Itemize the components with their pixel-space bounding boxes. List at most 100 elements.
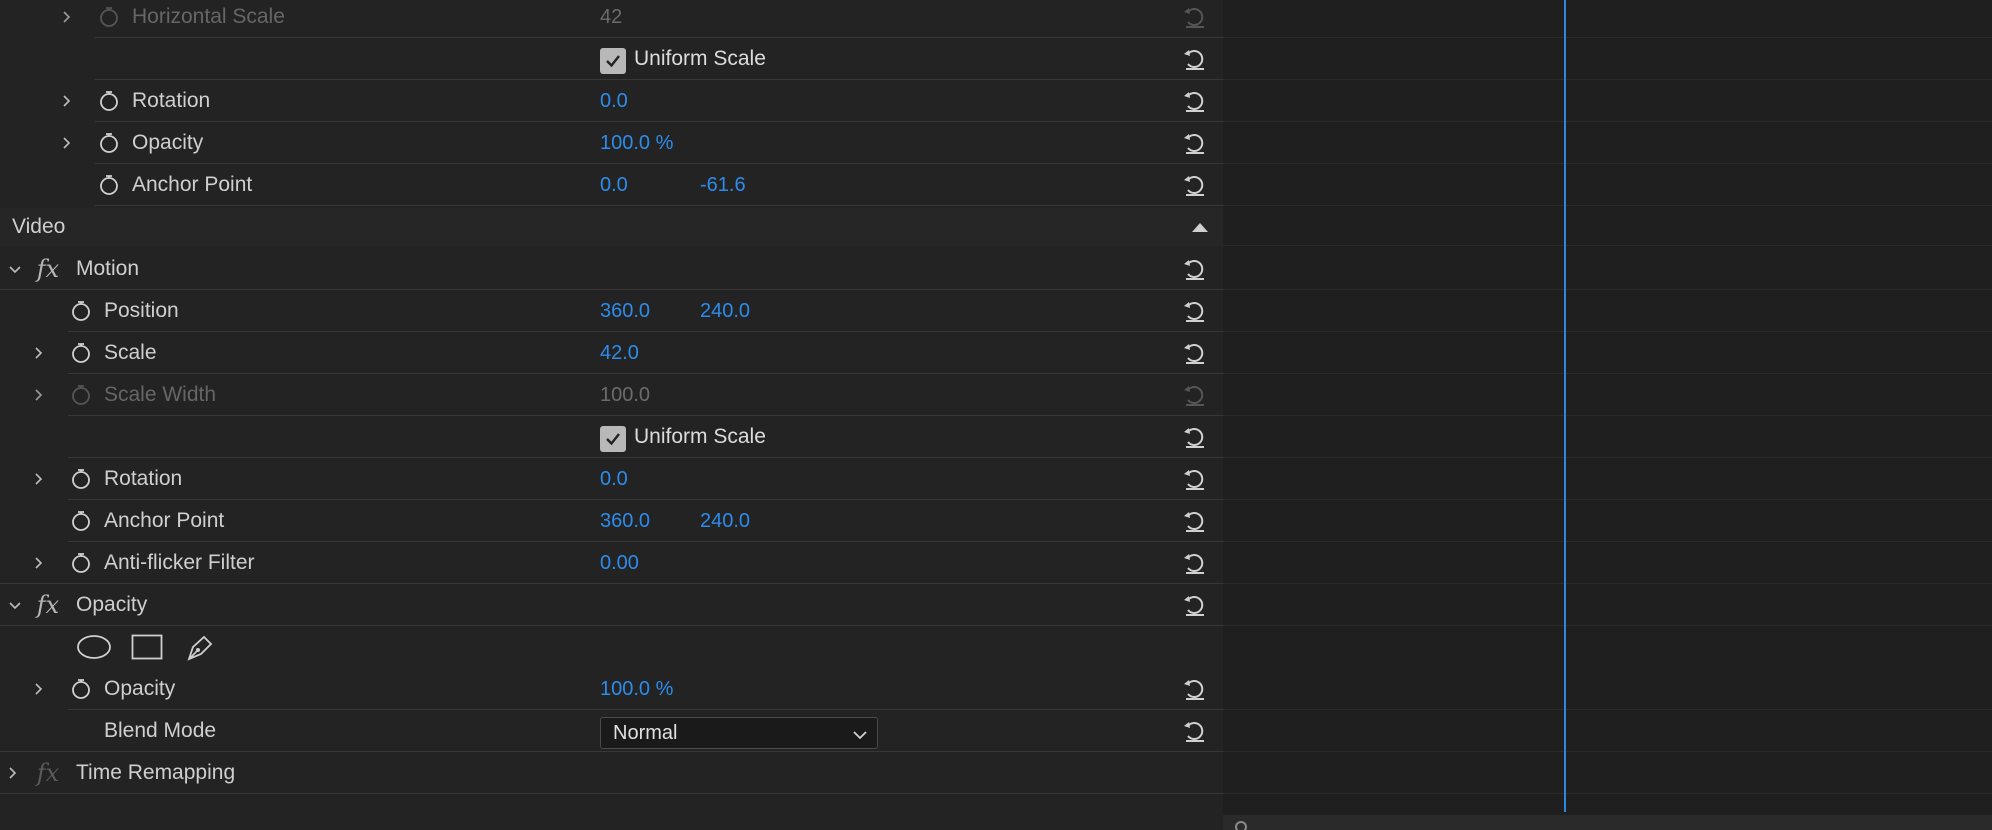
effect-name: Time Remapping (76, 761, 236, 784)
scale-value[interactable]: 42.0 (600, 332, 639, 374)
ellipse-mask-icon[interactable] (76, 626, 112, 668)
collapse-chevron-icon[interactable] (5, 584, 25, 626)
reset-icon[interactable] (1180, 542, 1210, 584)
scale-width-row: Scale Width 100.0 (0, 374, 1223, 416)
reset-icon[interactable] (1180, 416, 1210, 458)
reset-icon[interactable] (1180, 290, 1210, 332)
reset-icon[interactable] (1180, 122, 1210, 164)
fx-icon[interactable]: fx (34, 248, 62, 290)
expand-chevron-icon[interactable] (28, 374, 48, 416)
zoom-handle-icon[interactable] (1235, 821, 1247, 830)
expand-chevron-icon[interactable] (56, 122, 76, 164)
blend-mode-selected: Normal (613, 722, 678, 744)
anchor-y-value[interactable]: -61.6 (700, 164, 746, 206)
scale-row: Scale 42.0 (0, 332, 1223, 374)
reset-icon[interactable] (1180, 80, 1210, 122)
anchor-point-row: Anchor Point 0.0 -61.6 (0, 164, 1223, 206)
collapse-up-icon[interactable] (1190, 220, 1210, 239)
property-label: Opacity (104, 677, 176, 700)
uniform-scale-label: Uniform Scale (634, 425, 766, 448)
mask-tools-row (0, 626, 1223, 668)
property-value[interactable]: 0.0 (600, 80, 628, 122)
reset-icon (1180, 374, 1210, 416)
reset-icon[interactable] (1180, 668, 1210, 710)
reset-icon[interactable] (1180, 164, 1210, 206)
stopwatch-icon[interactable] (96, 80, 122, 122)
anchor-y-value[interactable]: 240.0 (700, 500, 750, 542)
property-label: Rotation (132, 89, 211, 112)
expand-chevron-icon[interactable] (28, 542, 48, 584)
effect-name: Opacity (76, 593, 148, 616)
fx-icon[interactable]: fx (34, 584, 62, 626)
property-label: Horizontal Scale (132, 5, 285, 28)
property-label: Scale Width (104, 383, 217, 406)
reset-icon[interactable] (1180, 710, 1210, 752)
property-value[interactable]: 100.0 % (600, 122, 673, 164)
reset-icon[interactable] (1180, 332, 1210, 374)
stopwatch-icon[interactable] (96, 164, 122, 206)
stopwatch-icon[interactable] (68, 458, 94, 500)
reset-icon[interactable] (1180, 248, 1210, 290)
position-y-value[interactable]: 240.0 (700, 290, 750, 332)
property-label: Rotation (104, 467, 183, 490)
opacity-value[interactable]: 100.0 % (600, 668, 673, 710)
motion-anchor-point-row: Anchor Point 360.0 240.0 (0, 500, 1223, 542)
blend-mode-dropdown[interactable]: Normal (600, 717, 878, 749)
uniform-scale-checkbox[interactable] (600, 426, 626, 452)
property-label: Opacity (132, 131, 204, 154)
expand-chevron-icon[interactable] (56, 0, 76, 38)
property-label: Scale (104, 341, 157, 364)
video-section-header[interactable]: Video (0, 208, 1223, 246)
anti-flicker-row: Anti-flicker Filter 0.00 (0, 542, 1223, 584)
property-label: Anchor Point (132, 173, 253, 196)
stopwatch-icon[interactable] (96, 122, 122, 164)
fx-icon: fx (36, 759, 60, 787)
stopwatch-icon (96, 0, 122, 38)
playhead-line[interactable] (1564, 0, 1566, 812)
reset-icon[interactable] (1180, 38, 1210, 80)
blend-mode-row: Blend Mode Normal (0, 710, 1223, 752)
reset-icon[interactable] (1180, 458, 1210, 500)
anchor-x-value[interactable]: 360.0 (600, 500, 650, 542)
time-remapping-header[interactable]: fx Time Remapping (0, 752, 1223, 794)
stopwatch-icon[interactable] (68, 500, 94, 542)
position-x-value[interactable]: 360.0 (600, 290, 650, 332)
reset-icon[interactable] (1180, 500, 1210, 542)
uniform-scale-row: Uniform Scale (0, 38, 1223, 80)
collapse-chevron-icon[interactable] (5, 248, 25, 290)
uniform-scale-checkbox[interactable] (600, 48, 626, 74)
expand-chevron-icon[interactable] (28, 668, 48, 710)
uniform-scale-label: Uniform Scale (634, 47, 766, 70)
stopwatch-icon[interactable] (68, 668, 94, 710)
property-label: Blend Mode (104, 719, 217, 742)
position-row: Position 360.0 240.0 (0, 290, 1223, 332)
keyframe-timeline[interactable] (1223, 0, 1992, 830)
timeline-scrollbar[interactable] (1223, 815, 1992, 830)
motion-rotation-row: Rotation 0.0 (0, 458, 1223, 500)
reset-icon[interactable] (1180, 584, 1210, 626)
property-label: Anchor Point (104, 509, 225, 532)
stopwatch-icon[interactable] (68, 542, 94, 584)
opacity-row: Opacity 100.0 % (0, 122, 1223, 164)
stopwatch-icon[interactable] (68, 332, 94, 374)
pen-mask-icon[interactable] (184, 626, 216, 668)
stopwatch-icon[interactable] (68, 290, 94, 332)
expand-chevron-icon[interactable] (28, 332, 48, 374)
effect-name: Motion (76, 257, 140, 280)
opacity-effect-header[interactable]: fx Opacity (0, 584, 1223, 626)
anchor-x-value[interactable]: 0.0 (600, 164, 628, 206)
video-section-title: Video (12, 215, 66, 238)
opacity-value-row: Opacity 100.0 % (0, 668, 1223, 710)
stopwatch-icon (68, 374, 94, 416)
expand-chevron-icon[interactable] (28, 458, 48, 500)
motion-uniform-scale-row: Uniform Scale (0, 416, 1223, 458)
motion-effect-header[interactable]: fx Motion (0, 248, 1223, 290)
property-label: Anti-flicker Filter (104, 551, 255, 574)
rotation-value[interactable]: 0.0 (600, 458, 628, 500)
anti-flicker-value[interactable]: 0.00 (600, 542, 639, 584)
property-label: Position (104, 299, 179, 322)
expand-chevron-icon[interactable] (56, 80, 76, 122)
expand-chevron-icon[interactable] (2, 752, 22, 794)
property-value[interactable]: 42 (600, 0, 622, 38)
rectangle-mask-icon[interactable] (131, 626, 163, 668)
